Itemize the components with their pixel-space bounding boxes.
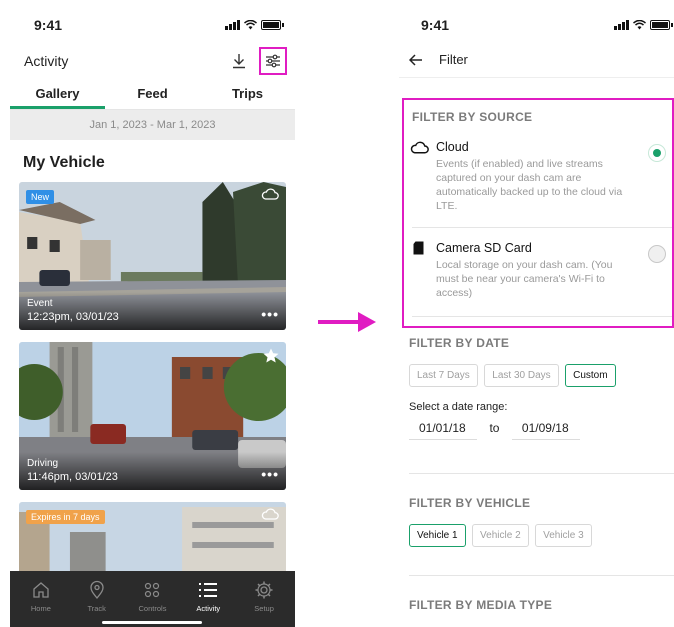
back-arrow-icon[interactable] (409, 53, 423, 66)
chip-vehicle-2[interactable]: Vehicle 2 (472, 524, 529, 547)
filter-button[interactable] (259, 47, 287, 75)
section-heading: FILTER BY SOURCE (412, 110, 533, 124)
wifi-icon (633, 20, 646, 30)
tab-trips[interactable]: Trips (200, 80, 295, 109)
filter-screen: 9:41 Filter FILTER BY SOURCE Cloud Event… (399, 8, 674, 627)
status-time: 9:41 (421, 17, 450, 33)
tabbar-item-controls[interactable]: Controls (125, 575, 181, 617)
tabbar-item-track[interactable]: Track (69, 575, 125, 617)
tab-feed[interactable]: Feed (105, 80, 200, 109)
sd-card-icon (413, 241, 424, 255)
cloud-icon (261, 188, 279, 200)
source-option-description: Events (if enabled) and live streams cap… (436, 158, 623, 212)
status-badge: New (26, 190, 55, 204)
download-button[interactable] (227, 49, 251, 73)
cloud-icon (261, 508, 279, 520)
battery-icon (650, 20, 673, 30)
source-option-title: Cloud (436, 140, 469, 154)
chip-vehicle-3[interactable]: Vehicle 3 (535, 524, 592, 547)
filter-by-media-type-section: FILTER BY MEDIA TYPE (401, 598, 671, 612)
list-icon (199, 582, 218, 597)
section-heading: FILTER BY VEHICLE (409, 496, 531, 510)
media-gallery: New Event 12:23pm, 03/01/23 ••• Driving … (10, 182, 295, 627)
controls-icon (145, 582, 160, 597)
date-from-field[interactable]: 01/01/18 (409, 417, 477, 440)
home-icon (33, 581, 49, 598)
status-time: 9:41 (34, 17, 63, 33)
source-option-cloud[interactable]: Cloud Events (if enabled) and live strea… (404, 140, 672, 213)
to-label: to (489, 421, 500, 435)
sliders-icon (266, 54, 280, 68)
tabbar-item-activity[interactable]: Activity (180, 575, 236, 617)
wifi-icon (244, 20, 257, 30)
source-option-description: Local storage on your dash cam. (You mus… (436, 259, 613, 299)
card-type: Driving (27, 458, 59, 469)
tabbar-item-setup[interactable]: Setup (236, 575, 292, 617)
chip-last-7-days[interactable]: Last 7 Days (409, 364, 478, 387)
activity-screen: 9:41 Activity Gallery Feed Trips Jan 1, … (10, 8, 295, 627)
section-title: My Vehicle (10, 140, 295, 182)
filter-by-date-section: FILTER BY DATE Last 7 Days Last 30 Days … (401, 336, 671, 440)
page-title: Filter (439, 52, 468, 67)
card-type: Event (27, 298, 53, 309)
filter-by-source-section: FILTER BY SOURCE Cloud Events (if enable… (402, 98, 674, 328)
page-title: Activity (24, 53, 69, 69)
chip-custom[interactable]: Custom (565, 364, 616, 387)
chip-vehicle-1[interactable]: Vehicle 1 (409, 524, 466, 547)
cloud-icon (410, 141, 429, 154)
arrow-right-icon (318, 312, 376, 332)
star-icon[interactable] (263, 348, 279, 363)
download-icon (233, 54, 245, 69)
signal-icon (225, 20, 240, 30)
media-card[interactable]: New Event 12:23pm, 03/01/23 ••• (19, 182, 286, 330)
date-range-label[interactable]: Jan 1, 2023 - Mar 1, 2023 (10, 110, 295, 140)
battery-icon (261, 20, 284, 30)
section-heading: FILTER BY DATE (409, 336, 510, 350)
signal-icon (614, 20, 629, 30)
home-indicator (102, 621, 202, 624)
radio-button-sd-card[interactable] (648, 245, 666, 263)
more-options-button[interactable]: ••• (261, 466, 279, 482)
location-pin-icon (90, 580, 104, 599)
card-time: 11:46pm, 03/01/23 (27, 471, 118, 483)
tabbar-item-home[interactable]: Home (13, 575, 69, 617)
status-bar: 9:41 (399, 8, 674, 42)
chip-last-30-days[interactable]: Last 30 Days (484, 364, 559, 387)
activity-tabs: Gallery Feed Trips (10, 80, 295, 110)
radio-button-cloud[interactable] (648, 144, 666, 162)
source-option-sd-card[interactable]: Camera SD Card Local storage on your das… (404, 241, 672, 300)
filter-by-vehicle-section: FILTER BY VEHICLE Vehicle 1 Vehicle 2 Ve… (401, 496, 671, 547)
section-heading: FILTER BY MEDIA TYPE (409, 598, 553, 612)
tab-gallery[interactable]: Gallery (10, 80, 105, 109)
expiry-badge: Expires in 7 days (26, 510, 105, 524)
activity-header: Activity (10, 42, 295, 80)
status-bar: 9:41 (10, 8, 295, 42)
more-options-button[interactable]: ••• (261, 306, 279, 322)
card-time: 12:23pm, 03/01/23 (27, 311, 119, 323)
media-card[interactable]: Driving 11:46pm, 03/01/23 ••• (19, 342, 286, 490)
date-range-label: Select a date range: (409, 401, 508, 413)
source-option-title: Camera SD Card (436, 241, 532, 255)
bottom-tab-bar: Home Track Controls Activity Setup (10, 571, 295, 627)
gear-icon (255, 581, 273, 598)
filter-header: Filter (399, 42, 674, 78)
date-to-field[interactable]: 01/09/18 (511, 417, 580, 440)
